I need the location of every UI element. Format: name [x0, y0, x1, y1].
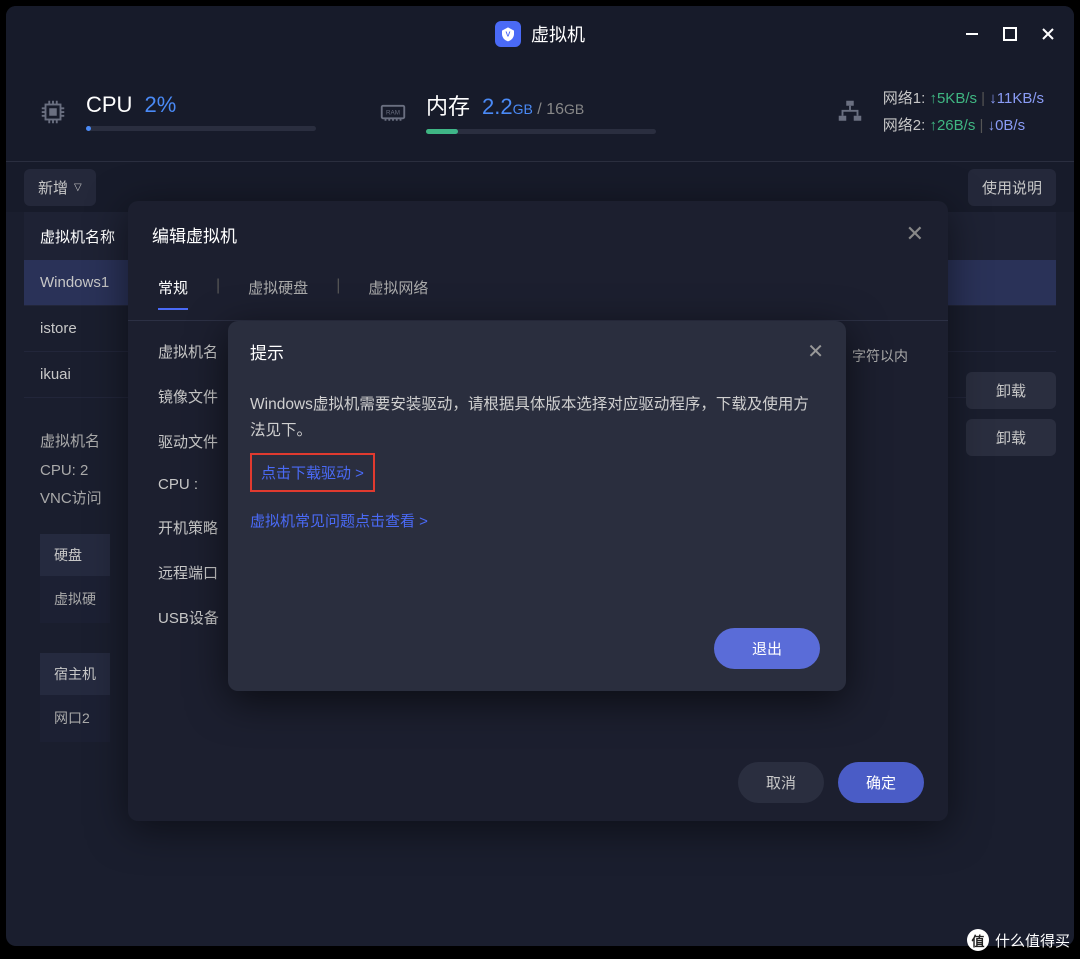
close-button[interactable] [1040, 26, 1056, 42]
network-icon [833, 95, 867, 129]
svg-text:V: V [506, 30, 511, 39]
disk-table-header: 硬盘 [40, 534, 110, 577]
stats-bar: CPU 2% RAM 内存 2.2GB / 16GB 网络1: ↑5KB/s | … [6, 62, 1074, 162]
cpu-label: CPU [86, 92, 132, 118]
memory-total: 16 [546, 101, 564, 118]
tab-disk[interactable]: 虚拟硬盘 [248, 277, 308, 310]
tip-dialog: 提示 ✕ Windows虚拟机需要安装驱动，请根据具体版本选择对应驱动程序，下载… [228, 321, 846, 691]
network2-row: 网络2: ↑26B/s | ↓0B/s [883, 112, 1044, 139]
form-label: 远程端口 [158, 562, 238, 583]
network-stat: 网络1: ↑5KB/s | ↓11KB/s 网络2: ↑26B/s | ↓0B/… [833, 85, 1044, 139]
memory-label: 内存 [426, 89, 470, 121]
unload-button[interactable]: 卸载 [966, 372, 1056, 409]
watermark: 值 什么值得买 [967, 929, 1070, 951]
titlebar: V 虚拟机 [6, 6, 1074, 62]
watermark-icon: 值 [967, 929, 989, 951]
host-table-header: 宿主机 [40, 653, 110, 696]
memory-used: 2.2 [482, 94, 513, 119]
confirm-button[interactable]: 确定 [838, 762, 924, 803]
add-button[interactable]: 新增▽ [24, 169, 96, 206]
cpu-stat: CPU 2% [36, 92, 316, 131]
download-driver-link[interactable]: 点击下载驱动 > [250, 453, 375, 492]
help-button[interactable]: 使用说明 [968, 169, 1056, 206]
tab-general[interactable]: 常规 [158, 277, 188, 310]
char-limit-hint: 字符以内 [852, 346, 908, 366]
ram-icon: RAM [376, 95, 410, 129]
exit-button[interactable]: 退出 [714, 628, 820, 669]
form-label: 驱动文件 [158, 431, 238, 452]
svg-text:RAM: RAM [386, 109, 400, 116]
maximize-button[interactable] [1002, 26, 1018, 42]
form-label: CPU : [158, 476, 238, 493]
disk-table-row: 虚拟硬 [40, 576, 110, 623]
tip-message: Windows虚拟机需要安装驱动，请根据具体版本选择对应驱动程序，下载及使用方法… [250, 392, 824, 445]
tip-dialog-title: 提示 [250, 339, 284, 364]
tab-network[interactable]: 虚拟网络 [368, 277, 428, 310]
host-table-row: 网口2 [40, 695, 110, 742]
faq-link[interactable]: 虚拟机常见问题点击查看 > [250, 510, 824, 531]
form-label: 开机策略 [158, 517, 238, 538]
form-label: 镜像文件 [158, 386, 238, 407]
form-label: 虚拟机名 [158, 341, 238, 362]
unload-button[interactable]: 卸载 [966, 419, 1056, 456]
form-label: USB设备 [158, 607, 238, 628]
chevron-down-icon: ▽ [74, 182, 82, 193]
edit-modal-close-icon[interactable]: ✕ [906, 221, 924, 247]
tip-dialog-close-icon[interactable]: ✕ [807, 339, 824, 364]
watermark-text: 什么值得买 [995, 930, 1070, 951]
cancel-button[interactable]: 取消 [738, 762, 824, 803]
cpu-icon [36, 95, 70, 129]
edit-modal-title: 编辑虚拟机 [152, 222, 237, 247]
app-icon: V [495, 21, 521, 47]
app-title: 虚拟机 [531, 21, 585, 47]
network1-row: 网络1: ↑5KB/s | ↓11KB/s [883, 85, 1044, 112]
memory-stat: RAM 内存 2.2GB / 16GB [376, 89, 656, 134]
cpu-value: 2% [144, 92, 176, 118]
minimize-button[interactable] [964, 26, 980, 42]
